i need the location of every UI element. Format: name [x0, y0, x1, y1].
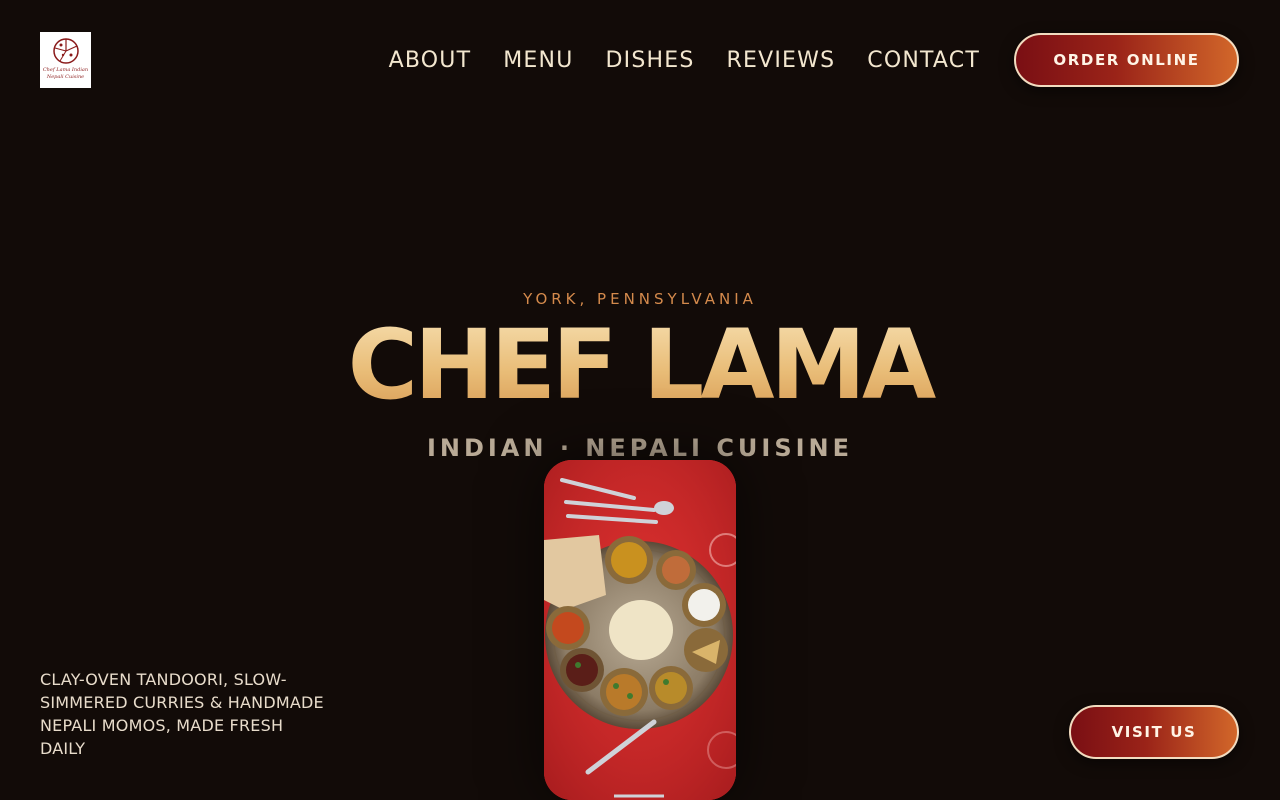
nav-link-about[interactable]: ABOUT — [389, 48, 472, 73]
brand-logo[interactable]: Chef Lama Indian Nepali Cuisine — [40, 32, 91, 88]
hero-food-image — [544, 460, 736, 800]
hero-location: YORK, PENNSYLVANIA — [523, 290, 757, 308]
pizza-icon — [52, 38, 79, 64]
nav-link-dishes[interactable]: DISHES — [606, 48, 695, 73]
nav-link-reviews[interactable]: REVIEWS — [727, 48, 836, 73]
hero-title: CHEF LAMA — [0, 310, 1280, 420]
visit-us-button[interactable]: VISIT US — [1069, 705, 1239, 759]
nav-link-menu[interactable]: MENU — [503, 48, 573, 73]
main-nav: ABOUT MENU DISHES REVIEWS CONTACT — [389, 44, 980, 76]
thali-plate-photo — [544, 460, 736, 800]
hero-tagline: CLAY-OVEN TANDOORI, SLOW-SIMMERED CURRIE… — [40, 670, 324, 758]
logo-wordmark: Chef Lama Indian Nepali Cuisine — [42, 67, 89, 80]
nav-link-contact[interactable]: CONTACT — [867, 48, 980, 73]
hero-subtitle: INDIAN · NEPALI CUISINE — [426, 434, 854, 462]
order-online-button[interactable]: ORDER ONLINE — [1014, 33, 1239, 87]
